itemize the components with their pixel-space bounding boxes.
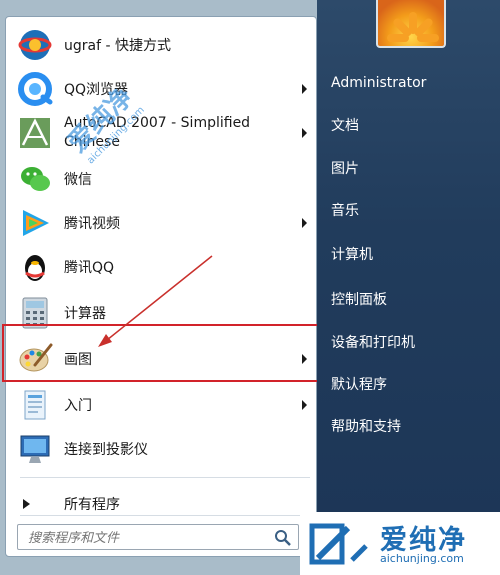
paint-icon: [15, 339, 55, 379]
places-panel: Administrator 文档 图片 音乐 计算机 控制面板 设备和打印机 默…: [317, 0, 500, 575]
program-getting-started[interactable]: 入门: [11, 383, 317, 427]
qq-browser-icon: [15, 69, 55, 109]
program-label: 连接到投影仪: [64, 442, 148, 458]
program-ugraf[interactable]: ugraf - 快捷方式: [11, 23, 317, 67]
program-label: QQ浏览器: [64, 82, 129, 98]
pictures-link[interactable]: 图片: [325, 151, 495, 187]
submenu-arrow-icon[interactable]: [302, 84, 307, 94]
music-link[interactable]: 音乐: [325, 193, 495, 229]
documents-link[interactable]: 文档: [325, 108, 495, 144]
wechat-icon: [15, 159, 55, 199]
ugraf-icon: [15, 25, 55, 65]
divider: [20, 515, 310, 516]
program-label: 入门: [64, 398, 92, 414]
pointer-arrow-icon: [98, 255, 213, 347]
devices-printers-link[interactable]: 设备和打印机: [325, 325, 495, 361]
autocad-icon: [15, 113, 55, 153]
help-support-link[interactable]: 帮助和支持: [325, 409, 495, 445]
qq-penguin-icon: [15, 247, 55, 287]
program-wechat[interactable]: 微信: [11, 157, 317, 201]
user-name-link[interactable]: Administrator: [325, 65, 495, 101]
submenu-arrow-icon[interactable]: [302, 400, 307, 410]
getting-started-icon: [15, 385, 55, 425]
watermark-logo-icon: [309, 523, 368, 565]
program-label: 腾讯视频: [64, 216, 120, 232]
calculator-icon: [15, 293, 55, 333]
program-qq-browser[interactable]: QQ浏览器: [11, 67, 317, 111]
program-projector[interactable]: 连接到投影仪: [11, 427, 317, 471]
tencent-video-icon: [15, 203, 55, 243]
all-programs-label: 所有程序: [64, 497, 120, 513]
projector-icon: [15, 429, 55, 469]
control-panel-link[interactable]: 控制面板: [325, 282, 495, 318]
watermark-url: aichunjing.com: [380, 552, 464, 565]
expand-arrow-icon: [19, 484, 35, 524]
program-label: 微信: [64, 172, 92, 188]
submenu-arrow-icon[interactable]: [302, 354, 307, 364]
program-label: 画图: [64, 352, 92, 368]
program-autocad[interactable]: AutoCAD 2007 - Simplified Chinese: [11, 111, 317, 155]
submenu-arrow-icon[interactable]: [302, 218, 307, 228]
computer-link[interactable]: 计算机: [325, 237, 495, 273]
submenu-arrow-icon[interactable]: [302, 128, 307, 138]
program-tencent-video[interactable]: 腾讯视频: [11, 201, 317, 245]
search-box[interactable]: [17, 524, 299, 550]
program-label: AutoCAD 2007 - Simplified Chinese: [64, 115, 251, 150]
divider: [20, 477, 310, 478]
default-programs-link[interactable]: 默认程序: [325, 367, 495, 403]
search-input[interactable]: [26, 526, 260, 550]
program-label: ugraf - 快捷方式: [64, 38, 171, 54]
all-programs-button[interactable]: 所有程序: [11, 482, 317, 526]
avatar[interactable]: [376, 0, 446, 48]
search-icon[interactable]: [274, 529, 292, 547]
